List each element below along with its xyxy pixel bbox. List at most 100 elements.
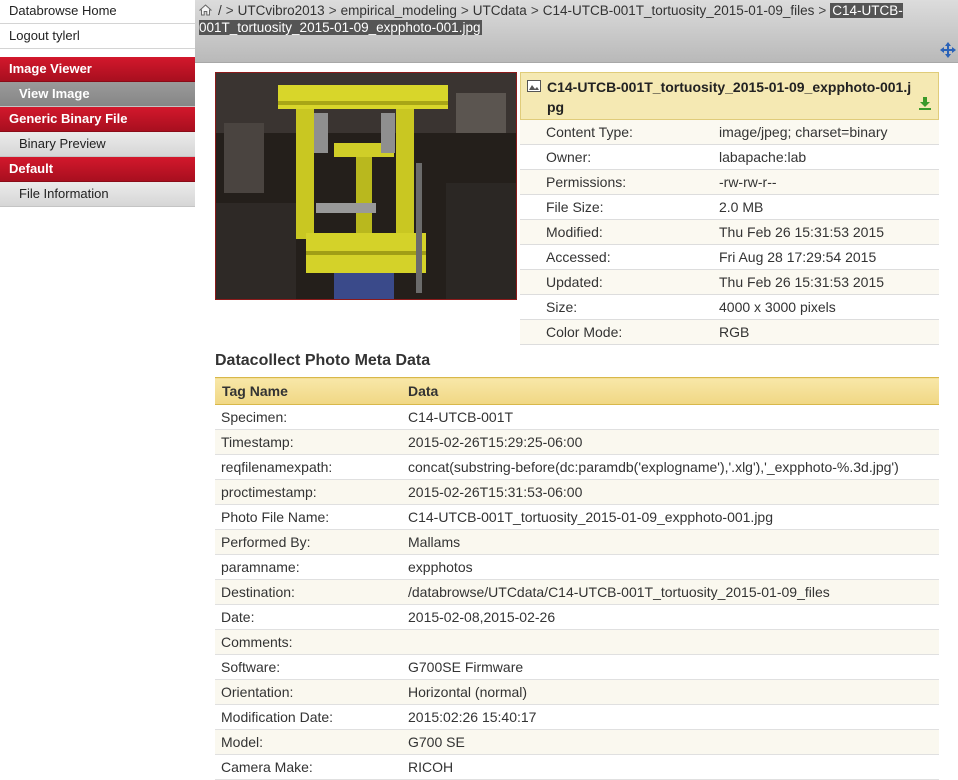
file-info-key: Permissions: [520,169,719,195]
file-info-key: Owner: [520,144,719,170]
table-row: Orientation: Horizontal (normal) [215,679,939,705]
section-header-generic-binary-file: Generic Binary File [0,107,195,132]
file-info-value: -rw-rw-r-- [719,169,939,195]
metadata-value: G700 SE [408,729,939,755]
metadata-value [408,629,939,655]
file-info-value: image/jpeg; charset=binary [719,120,939,145]
file-info-value: labapache:lab [719,144,939,170]
metadata-value: 2015-02-26T15:31:53-06:00 [408,479,939,505]
metadata-tag-name: Comments: [215,629,408,655]
file-info-row: Modified: Thu Feb 26 15:31:53 2015 [520,219,939,245]
file-info-row: Owner: labapache:lab [520,144,939,170]
metadata-value: 2015-02-08,2015-02-26 [408,604,939,630]
metadata-value: 2015-02-26T15:29:25-06:00 [408,429,939,455]
photo-preview[interactable] [215,72,517,300]
file-info-value: 4000 x 3000 pixels [719,294,939,320]
table-row: reqfilenamexpath: concat(substring-before… [215,454,939,480]
column-header-data: Data [408,377,939,405]
metadata-table: Tag Name Data Specimen: C14-UTCB-001T Time… [215,377,939,780]
sidebar-item-view-image[interactable]: View Image [0,82,195,107]
metadata-heading: Datacollect Photo Meta Data [215,352,431,369]
file-info-key: Accessed: [520,244,719,270]
sidebar: Databrowse Home Logout tylerl Image View… [0,0,195,770]
file-title-text: C14-UTCB-001T_tortuosity_2015-01-09_expp… [547,79,912,115]
metadata-value: C14-UTCB-001T [408,404,939,430]
file-info-row: Permissions: -rw-rw-r-- [520,169,939,195]
metadata-tag-name: Model: [215,729,408,755]
file-info-key: Modified: [520,219,719,245]
breadcrumb-separator: > [818,3,827,18]
table-row: Model: G700 SE [215,729,939,755]
breadcrumb-item-empirical-modeling[interactable]: empirical_modeling [341,3,457,18]
expand-arrows-icon[interactable] [940,42,956,58]
databrowse-home-link[interactable]: Databrowse Home [0,0,195,24]
table-row: Timestamp: 2015-02-26T15:29:25-06:00 [215,429,939,455]
metadata-value: RICOH [408,754,939,780]
file-info-key: Updated: [520,269,719,295]
file-info-key: File Size: [520,194,719,220]
breadcrumb-item-utcvibro2013[interactable]: UTCvibro2013 [238,3,325,18]
metadata-value: Horizontal (normal) [408,679,939,705]
metadata-tag-name: Modification Date: [215,704,408,730]
metadata-value: C14-UTCB-001T_tortuosity_2015-01-09_expp… [408,504,939,530]
file-info-value: 2.0 MB [719,194,939,220]
file-info-value: Thu Feb 26 15:31:53 2015 [719,269,939,295]
file-info-value: Fri Aug 28 17:29:54 2015 [719,244,939,270]
table-row: Software: G700SE Firmware [215,654,939,680]
metadata-value: G700SE Firmware [408,654,939,680]
table-row: proctimestamp: 2015-02-26T15:31:53-06:00 [215,479,939,505]
metadata-value: expphotos [408,554,939,580]
metadata-tag-name: Software: [215,654,408,680]
breadcrumb-bar: / > UTCvibro2013 > empirical_modeling > UTCdat… [195,0,958,63]
breadcrumb-separator: > [530,3,539,18]
breadcrumb-item-utcdata[interactable]: UTCdata [473,3,527,18]
metadata-value: Mallams [408,529,939,555]
metadata-tag-name: Destination: [215,579,408,605]
metadata-table-header: Tag Name Data [215,377,939,405]
file-info-row: Color Mode: RGB [520,319,939,345]
file-info-value: Thu Feb 26 15:31:53 2015 [719,219,939,245]
metadata-tag-name: Timestamp: [215,429,408,455]
section-header-default: Default [0,157,195,182]
section-header-image-viewer: Image Viewer [0,57,195,82]
home-icon[interactable] [198,3,213,16]
breadcrumb: / > UTCvibro2013 > empirical_modeling > UTCdat… [198,2,939,36]
metadata-tag-name: Specimen: [215,404,408,430]
sidebar-item-binary-preview[interactable]: Binary Preview [0,132,195,157]
table-row: Photo File Name: C14-UTCB-001T_tortuosity… [215,504,939,530]
breadcrumb-separator: > [460,3,469,18]
table-row: paramname: expphotos [215,554,939,580]
metadata-tag-name: Orientation: [215,679,408,705]
metadata-tag-name: Performed By: [215,529,408,555]
breadcrumb-separator: > [225,3,234,18]
image-file-icon [527,77,541,92]
download-icon[interactable] [918,95,932,110]
metadata-value: 2015:02:26 15:40:17 [408,704,939,730]
file-info-key: Size: [520,294,719,320]
file-info-key: Content Type: [520,120,719,145]
file-info-row: Size: 4000 x 3000 pixels [520,294,939,320]
file-info-row: File Size: 2.0 MB [520,194,939,220]
file-info-value: RGB [719,319,939,345]
column-header-tag-name: Tag Name [215,377,408,405]
metadata-value: /databrowse/UTCdata/C14-UTCB-001T_tortuo… [408,579,939,605]
metadata-tag-name: Photo File Name: [215,504,408,530]
logout-link[interactable]: Logout tylerl [0,24,195,49]
file-info-row: Content Type: image/jpeg; charset=binary [520,120,939,145]
breadcrumb-root[interactable]: / [218,3,222,18]
metadata-tag-name: paramname: [215,554,408,580]
table-row: Camera Make: RICOH [215,754,939,780]
sidebar-item-file-information[interactable]: File Information [0,182,195,207]
metadata-tag-name: Camera Make: [215,754,408,780]
table-row: Destination:/databrowse/UTCdata/C14-UTCB… [215,579,939,605]
metadata-tag-name: Date: [215,604,408,630]
file-info-panel: C14-UTCB-001T_tortuosity_2015-01-09_expp… [520,72,939,345]
metadata-tag-name: reqfilenamexpath: [215,454,408,480]
metadata-tag-name: proctimestamp: [215,479,408,505]
table-row: Performed By: Mallams [215,529,939,555]
file-info-key: Color Mode: [520,319,719,345]
breadcrumb-separator: > [328,3,337,18]
table-row: Date: 2015-02-08,2015-02-26 [215,604,939,630]
breadcrumb-item-files-folder[interactable]: C14-UTCB-001T_tortuosity_2015-01-09_file… [543,3,815,18]
